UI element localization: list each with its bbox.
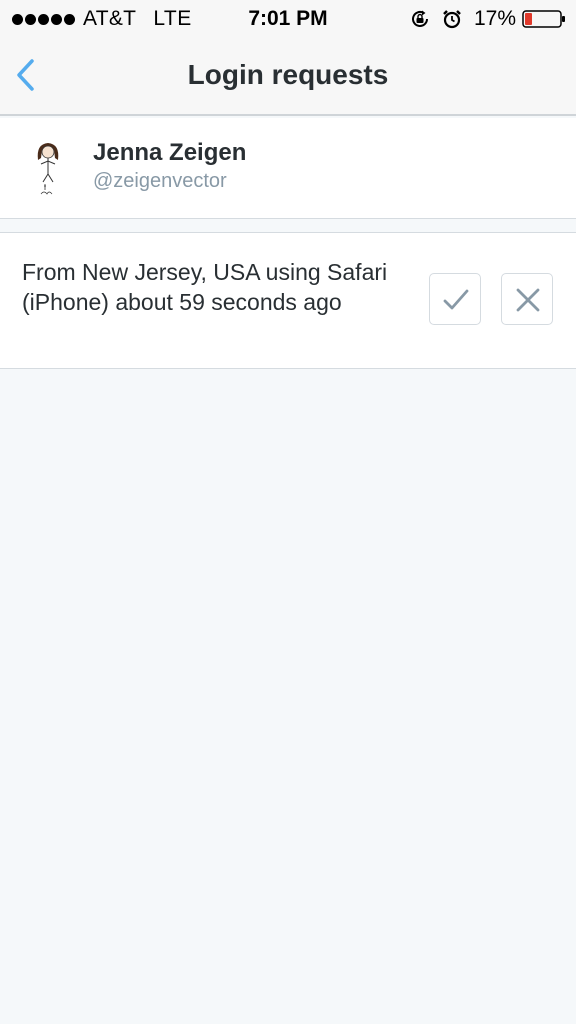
approve-button[interactable] — [429, 273, 481, 325]
close-icon — [516, 288, 540, 312]
account-row: Jenna Zeigen @zeigenvector — [0, 118, 576, 219]
avatar — [28, 138, 72, 198]
rotation-lock-icon — [410, 9, 430, 29]
nav-bar: Login requests — [0, 38, 576, 116]
alarm-icon — [442, 9, 462, 29]
page-title: Login requests — [187, 59, 389, 90]
battery-percent: 17% — [473, 7, 516, 30]
deny-button[interactable] — [501, 273, 553, 325]
status-right: 17% — [410, 7, 566, 31]
account-name: Jenna Zeigen — [93, 139, 247, 166]
account-handle: @zeigenvector — [93, 170, 227, 192]
request-description: From New Jersey, USA using Safari (iPhon… — [22, 259, 388, 315]
battery-icon — [522, 9, 566, 29]
status-bar: AT&T LTE 7:01 PM 17% — [0, 0, 576, 38]
login-request-row: From New Jersey, USA using Safari (iPhon… — [0, 232, 576, 369]
checkmark-icon — [443, 289, 469, 310]
